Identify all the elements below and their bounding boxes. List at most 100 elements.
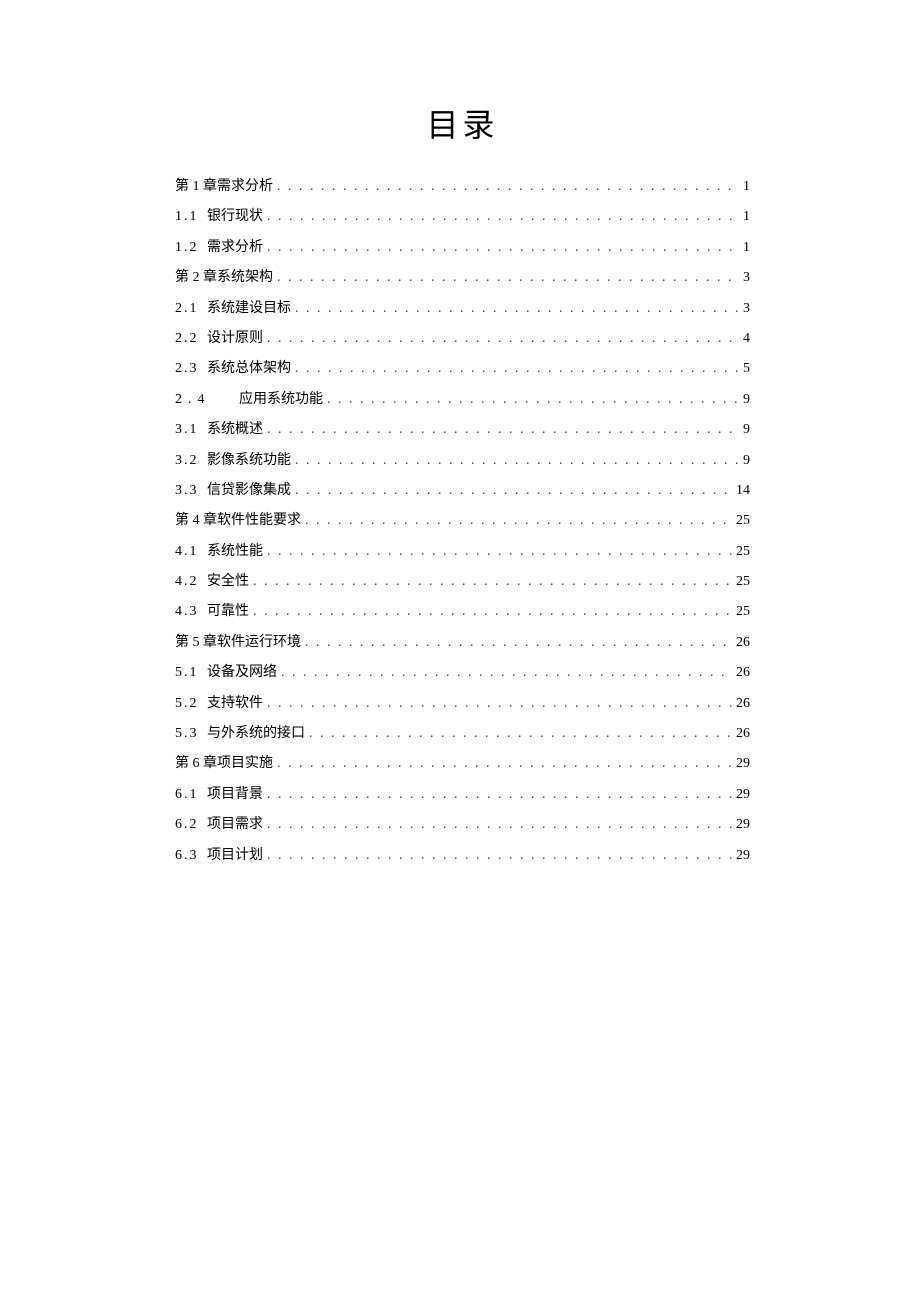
toc-entry-number: 6.2 (175, 814, 207, 836)
toc-sub-item: 1.1银行现状 . . . . . . . . . . . . . . . . .… (175, 206, 750, 228)
toc-entry-label: 4.2安全性 (175, 571, 249, 593)
toc-entry-page: 25 (736, 510, 750, 532)
toc-sub-item: 5.2支持软件. . . . . . . . . . . . . . . . .… (175, 693, 750, 715)
toc-entry-text: 项目需求 (207, 817, 263, 832)
toc-entry-number: 2.3 (175, 358, 207, 380)
toc-entry-number: 6.1 (175, 784, 207, 806)
toc-entry-label: 第 4 章软件性能要求 (175, 510, 301, 532)
toc-leader-dots: . . . . . . . . . . . . . . . . . . . . … (305, 632, 732, 654)
toc-sub-item: 6.3项目计划. . . . . . . . . . . . . . . . .… (175, 845, 750, 867)
toc-chapter: 第 2 章系统架构. . . . . . . . . . . . . . . .… (175, 267, 750, 289)
toc-chapter: 第 6 章项目实施. . . . . . . . . . . . . . . .… (175, 753, 750, 775)
toc-entry-text: 信贷影像集成 (207, 483, 291, 498)
toc-entry-text: 应用系统功能 (221, 392, 323, 407)
toc-sub-item: 3.1系统概述. . . . . . . . . . . . . . . . .… (175, 419, 750, 441)
toc-sub-item: 6.1项目背景. . . . . . . . . . . . . . . . .… (175, 784, 750, 806)
toc-entry-text: 项目计划 (207, 848, 263, 863)
toc-sub-item: 4.3可靠性. . . . . . . . . . . . . . . . . … (175, 601, 750, 623)
toc-chapter: 第 1 章需求分析. . . . . . . . . . . . . . . .… (175, 176, 750, 198)
toc-entry-label: 3.1系统概述 (175, 419, 263, 441)
toc-entry-number: 1.2 (175, 237, 207, 259)
toc-sub-item: 2.4应用系统功能. . . . . . . . . . . . . . . .… (175, 389, 750, 411)
toc-entry-page: 29 (736, 784, 750, 806)
toc-entry-number: 6.3 (175, 845, 207, 867)
toc-sub-item: 4.2安全性. . . . . . . . . . . . . . . . . … (175, 571, 750, 593)
toc-entry-page: 26 (736, 632, 750, 654)
toc-entry-page: 29 (736, 845, 750, 867)
toc-entry-label: 2.3系统总体架构 (175, 358, 291, 380)
toc-entry-text: 影像系统功能 (207, 453, 291, 468)
toc-leader-dots: . . . . . . . . . . . . . . . . . . . . … (267, 693, 732, 715)
toc-leader-dots: . . . . . . . . . . . . . . . . . . . . … (277, 753, 732, 775)
toc-entry-page: 4 (743, 328, 750, 350)
toc-entry-text: 设计原则 (207, 331, 263, 346)
toc-entry-label: 第 2 章系统架构 (175, 267, 273, 289)
toc-entry-text: 系统概述 (207, 422, 263, 437)
toc-entry-number: 2.4 (175, 389, 221, 411)
toc-entry-label: 第 5 章软件运行环境 (175, 632, 301, 654)
toc-entry-number: 4.1 (175, 541, 207, 563)
toc-entry-label: 6.3项目计划 (175, 845, 263, 867)
toc-entry-text: 银行现状 (207, 209, 263, 224)
toc-sub-item: 2.2设计原则. . . . . . . . . . . . . . . . .… (175, 328, 750, 350)
toc-chapter: 第 5 章软件运行环境. . . . . . . . . . . . . . .… (175, 632, 750, 654)
toc-sub-item: 5.3与外系统的接口 . . . . . . . . . . . . . . . … (175, 723, 750, 745)
toc-entry-page: 9 (743, 450, 750, 472)
toc-leader-dots: . . . . . . . . . . . . . . . . . . . . … (267, 784, 732, 806)
toc-entry-page: 1 (743, 237, 750, 259)
toc-entry-page: 14 (736, 480, 750, 502)
toc-entry-label: 4.1系统性能 (175, 541, 263, 563)
toc-entry-label: 4.3可靠性 (175, 601, 249, 623)
toc-entry-number: 3.3 (175, 480, 207, 502)
toc-entry-text: 系统建设目标 (207, 301, 291, 316)
toc-leader-dots: . . . . . . . . . . . . . . . . . . . . … (253, 571, 732, 593)
toc-leader-dots: . . . . . . . . . . . . . . . . . . . . … (295, 480, 732, 502)
toc-leader-dots: . . . . . . . . . . . . . . . . . . . . … (267, 845, 732, 867)
toc-entry-page: 26 (736, 693, 750, 715)
toc-entry-text: 支持软件 (207, 696, 263, 711)
toc-entry-label: 3.2影像系统功能 (175, 450, 291, 472)
toc-sub-item: 3.3信贷影像集成. . . . . . . . . . . . . . . .… (175, 480, 750, 502)
toc-sub-item: 3.2影像系统功能. . . . . . . . . . . . . . . .… (175, 450, 750, 472)
toc-entry-text: 项目背景 (207, 787, 263, 802)
toc-entry-number: 2.1 (175, 298, 207, 320)
toc-entry-text: 与外系统的接口 (207, 726, 305, 741)
toc-entry-label: 2.4应用系统功能 (175, 389, 323, 411)
toc-entry-label: 3.3信贷影像集成 (175, 480, 291, 502)
toc-leader-dots: . . . . . . . . . . . . . . . . . . . . … (267, 541, 732, 563)
toc-entry-number: 3.1 (175, 419, 207, 441)
toc-list: 第 1 章需求分析. . . . . . . . . . . . . . . .… (175, 176, 750, 867)
toc-entry-page: 3 (743, 267, 750, 289)
toc-sub-item: 1.2需求分析. . . . . . . . . . . . . . . . .… (175, 237, 750, 259)
toc-entry-page: 25 (736, 541, 750, 563)
toc-entry-number: 4.3 (175, 601, 207, 623)
toc-leader-dots: . . . . . . . . . . . . . . . . . . . . … (305, 510, 732, 532)
toc-sub-item: 6.2项目需求. . . . . . . . . . . . . . . . .… (175, 814, 750, 836)
toc-sub-item: 2.1系统建设目标. . . . . . . . . . . . . . . .… (175, 298, 750, 320)
toc-entry-page: 29 (736, 753, 750, 775)
toc-leader-dots: . . . . . . . . . . . . . . . . . . . . … (267, 237, 739, 259)
toc-entry-number: 5.3 (175, 723, 207, 745)
toc-entry-number: 1.1 (175, 206, 207, 228)
toc-entry-page: 29 (736, 814, 750, 836)
toc-leader-dots: . . . . . . . . . . . . . . . . . . . . … (295, 358, 739, 380)
toc-leader-dots: . . . . . . . . . . . . . . . . . . . . … (277, 267, 739, 289)
toc-entry-page: 25 (736, 571, 750, 593)
toc-entry-label: 6.1项目背景 (175, 784, 263, 806)
toc-entry-page: 25 (736, 601, 750, 623)
toc-leader-dots: . . . . . . . . . . . . . . . . . . . . … (267, 419, 739, 441)
toc-entry-number: 4.2 (175, 571, 207, 593)
toc-entry-page: 26 (736, 723, 750, 745)
toc-entry-number: 5.1 (175, 662, 207, 684)
toc-entry-page: 1 (743, 176, 750, 198)
toc-chapter: 第 4 章软件性能要求. . . . . . . . . . . . . . .… (175, 510, 750, 532)
toc-entry-text: 可靠性 (207, 604, 249, 619)
toc-leader-dots: . . . . . . . . . . . . . . . . . . . . … (277, 176, 739, 198)
toc-sub-item: 4.1系统性能. . . . . . . . . . . . . . . . .… (175, 541, 750, 563)
toc-entry-label: 5.1设备及网络 (175, 662, 277, 684)
toc-entry-text: 设备及网络 (207, 665, 277, 680)
toc-entry-page: 1 (743, 206, 750, 228)
toc-entry-label: 第 6 章项目实施 (175, 753, 273, 775)
toc-leader-dots: . . . . . . . . . . . . . . . . . . . . … (309, 723, 732, 745)
toc-leader-dots: . . . . . . . . . . . . . . . . . . . . … (267, 206, 739, 228)
